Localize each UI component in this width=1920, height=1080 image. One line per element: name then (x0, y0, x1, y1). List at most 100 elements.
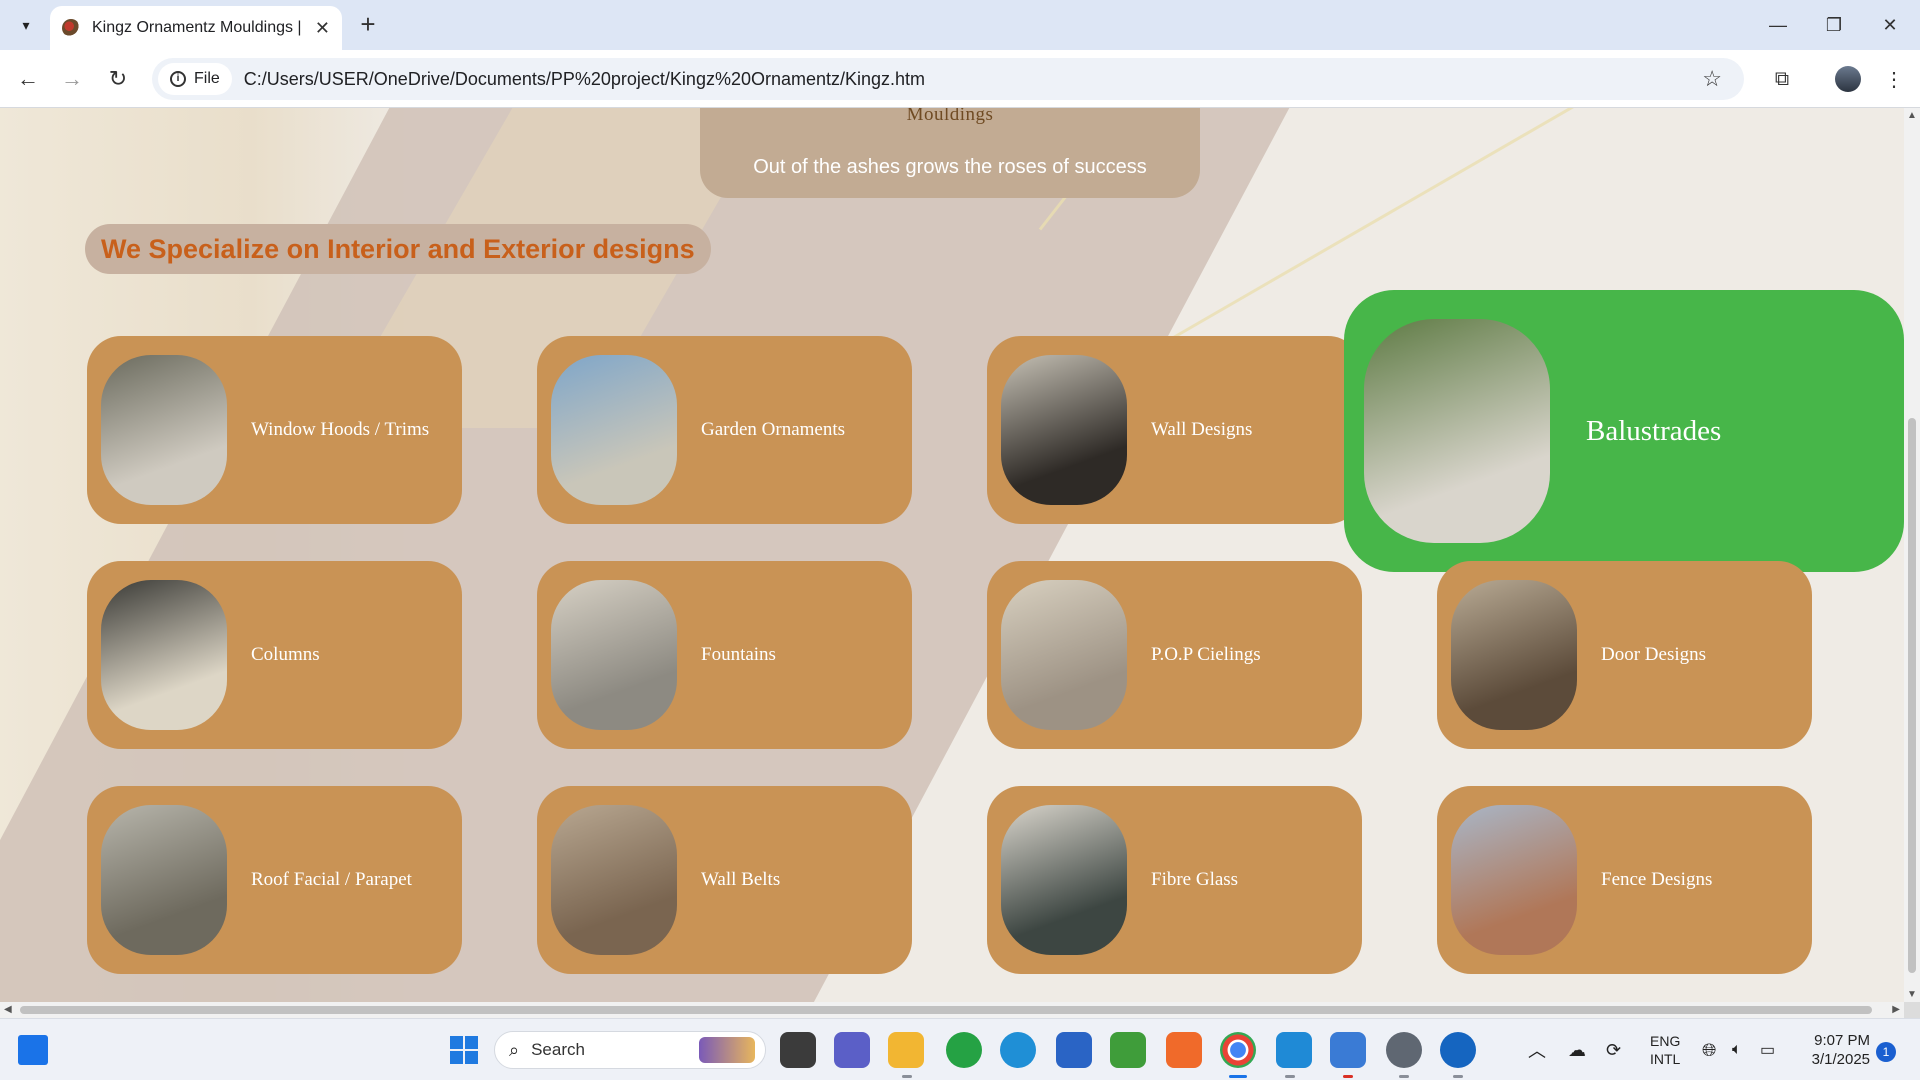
search-highlight-icon (699, 1037, 755, 1063)
clock-time: 9:07 PM (1814, 1032, 1870, 1049)
minimize-icon[interactable]: — (1750, 0, 1806, 50)
show-hidden-icons-chevron-icon[interactable]: ︿ (1528, 1019, 1546, 1080)
service-card-label: Fibre Glass (1151, 869, 1239, 890)
profile-avatar[interactable] (1832, 63, 1864, 95)
start-windows-icon[interactable] (446, 1032, 482, 1068)
page-viewport: Mouldings Out of the ashes grows the ros… (0, 108, 1904, 1002)
teams-chat-icon[interactable] (834, 1032, 870, 1068)
widgets-icon[interactable] (18, 1035, 48, 1065)
service-card[interactable]: Fountains (537, 561, 912, 749)
service-card[interactable]: Window Hoods / Trims (87, 336, 462, 524)
vscode-icon[interactable] (1276, 1032, 1312, 1068)
xampp-icon[interactable] (1166, 1032, 1202, 1068)
language-indicator[interactable]: ENG INTL (1650, 1019, 1680, 1080)
scroll-up-icon[interactable]: ▲ (1904, 110, 1920, 121)
photos-app-icon[interactable] (1330, 1032, 1366, 1068)
vertical-scrollbar[interactable]: ▲ ▼ (1904, 108, 1920, 1002)
active-indicator (1229, 1075, 1247, 1078)
running-indicator (1343, 1075, 1353, 1078)
settings-gear-icon[interactable] (1386, 1032, 1422, 1068)
bookmark-star-icon[interactable]: ☆ (1702, 66, 1722, 92)
hero-banner: Mouldings Out of the ashes grows the ros… (700, 108, 1200, 198)
file-explorer-icon[interactable] (888, 1032, 924, 1068)
reload-icon[interactable]: ↻ (102, 63, 134, 95)
service-card-label: Garden Ornaments (701, 419, 846, 440)
running-indicator (1399, 1075, 1409, 1078)
fence-photo (1451, 805, 1577, 955)
scroll-thumb[interactable] (20, 1006, 1872, 1014)
service-card[interactable]: Garden Ornaments (537, 336, 912, 524)
service-card[interactable]: Columns (87, 561, 462, 749)
running-indicator (1285, 1075, 1295, 1078)
taskbar-search-box[interactable]: ⌕ Search (494, 1031, 766, 1069)
chrome-icon[interactable] (1220, 1032, 1256, 1068)
service-card-label: Door Designs (1601, 644, 1707, 665)
address-bar[interactable]: i File C:/Users/USER/OneDrive/Documents/… (152, 58, 1744, 100)
service-card[interactable]: Door Designs (1437, 561, 1812, 749)
task-view-icon[interactable] (780, 1032, 816, 1068)
section-heading: We Specialize on Interior and Exterior d… (101, 233, 695, 264)
site-favicon-icon (62, 19, 80, 37)
whatsapp-icon[interactable] (946, 1032, 982, 1068)
tab-search-menu-icon[interactable]: ▾ (10, 9, 42, 41)
service-card-label: Window Hoods / Trims (251, 419, 430, 440)
scroll-left-icon[interactable]: ◀ (4, 1002, 12, 1018)
close-window-icon[interactable]: ✕ (1862, 0, 1918, 50)
restore-icon[interactable]: ❐ (1806, 0, 1862, 50)
sync-icon[interactable]: ⟳ (1606, 1019, 1621, 1080)
system-clock[interactable]: 9:07 PM 3/1/2025 (1800, 1031, 1870, 1069)
service-card-label: Fountains (701, 644, 776, 665)
service-card-label: Balustrades (1586, 414, 1722, 447)
service-card[interactable]: P.O.P Cielings (987, 561, 1362, 749)
ceiling-photo (1001, 580, 1127, 730)
service-card[interactable]: Wall Designs (987, 336, 1362, 524)
notification-badge[interactable]: 1 (1876, 1042, 1896, 1062)
node-hexagon-icon[interactable] (1110, 1032, 1146, 1068)
tab-close-icon[interactable]: ✕ (315, 18, 330, 39)
extensions-icon[interactable]: ⧉ (1766, 63, 1798, 95)
service-card[interactable]: Fence Designs (1437, 786, 1812, 974)
forward-arrow-icon[interactable]: → (56, 63, 88, 95)
service-card-label: Fence Designs (1601, 869, 1713, 890)
new-tab-button[interactable]: + (352, 9, 384, 41)
fibreglass-photo (1001, 805, 1127, 955)
logo-text: Mouldings (906, 108, 994, 125)
site-info-chip[interactable]: i File (158, 63, 232, 95)
service-card[interactable]: Roof Facial / Parapet (87, 786, 462, 974)
tab-title: Kingz Ornamentz Mouldings | y (92, 19, 302, 36)
microsoft-store-icon[interactable] (1056, 1032, 1092, 1068)
section-heading-pill: We Specialize on Interior and Exterior d… (85, 224, 711, 274)
network-globe-icon[interactable]: 🌐︎ (1702, 1019, 1716, 1080)
service-card[interactable]: Wall Belts (537, 786, 912, 974)
back-arrow-icon[interactable]: ← (12, 63, 44, 95)
bluetooth-icon[interactable] (1440, 1032, 1476, 1068)
menu-kebab-icon[interactable]: ⋮ (1878, 63, 1910, 95)
scroll-right-icon[interactable]: ▶ (1892, 1002, 1900, 1018)
wall-belt-photo (551, 805, 677, 955)
service-card[interactable]: Balustrades (1344, 290, 1904, 572)
search-icon: ⌕ (509, 1039, 520, 1060)
chip-label: File (194, 70, 220, 87)
active-tab[interactable]: Kingz Ornamentz Mouldings | y ✕ (50, 6, 342, 50)
scrollbar-corner (1904, 1002, 1920, 1018)
scroll-thumb[interactable] (1908, 418, 1916, 973)
search-label: Search (531, 1040, 585, 1059)
hero-tagline: Out of the ashes grows the roses of succ… (753, 156, 1147, 178)
scroll-down-icon[interactable]: ▼ (1904, 989, 1920, 1000)
url-text[interactable]: C:/Users/USER/OneDrive/Documents/PP%20pr… (244, 69, 925, 90)
service-card-label: Wall Designs (1151, 419, 1253, 440)
tab-strip: ▾ Kingz Ornamentz Mouldings | y ✕ + — ❐ … (0, 0, 1920, 50)
service-card[interactable]: Fibre Glass (987, 786, 1362, 974)
wall-photo (1001, 355, 1127, 505)
onedrive-cloud-icon[interactable]: ☁ (1568, 1019, 1586, 1080)
horizontal-scrollbar[interactable]: ◀ ▶ (0, 1002, 1904, 1018)
garden-photo (551, 355, 677, 505)
service-card-label: Columns (251, 644, 320, 665)
edge-browser-icon[interactable] (1000, 1032, 1036, 1068)
roof-photo (101, 805, 227, 955)
battery-icon[interactable]: ▭ (1760, 1019, 1775, 1080)
volume-speaker-icon[interactable]: 🔈︎ (1732, 1019, 1742, 1080)
service-card-label: Roof Facial / Parapet (251, 869, 412, 890)
running-indicator (902, 1075, 912, 1078)
service-card-label: Wall Belts (701, 869, 781, 890)
